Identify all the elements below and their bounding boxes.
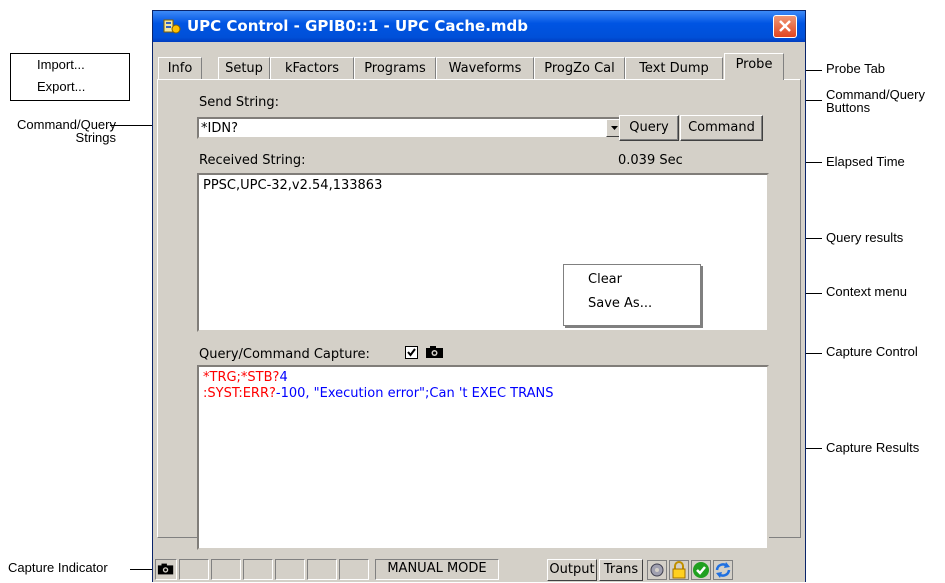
capture-line: :SYST:ERR?-100, "Execution error";Can 't… xyxy=(203,386,554,401)
callout-elapsed-time: Elapsed Time xyxy=(826,154,905,169)
camera-icon xyxy=(157,563,174,575)
tab-waveforms[interactable]: Waveforms xyxy=(436,57,534,79)
status-bar: MANUAL MODE Output Trans xyxy=(153,556,805,582)
camera-icon xyxy=(426,346,443,358)
lock-button[interactable] xyxy=(669,560,689,580)
callout-command-query-strings: Command/Query Strings xyxy=(17,117,116,145)
checkmark-icon xyxy=(407,348,416,357)
capture-checkbox[interactable] xyxy=(405,346,418,359)
send-string-value[interactable]: *IDN? xyxy=(201,121,238,136)
callout-query-results: Query results xyxy=(826,230,904,245)
received-string-label: Received String: xyxy=(199,153,306,168)
status-cell xyxy=(179,559,209,580)
tab-progzo-cal[interactable]: ProgZo Cal xyxy=(534,57,625,79)
capture-response: -100, "Execution error";Can 't EXEC TRAN… xyxy=(275,386,554,401)
tab-setup[interactable]: Setup xyxy=(218,57,270,79)
lock-icon xyxy=(672,561,686,579)
tab-text-dump[interactable]: Text Dump xyxy=(625,57,723,79)
status-cell xyxy=(307,559,337,580)
capture-response: 4 xyxy=(279,370,288,385)
check-button[interactable] xyxy=(691,560,711,580)
capture-indicator xyxy=(155,559,177,580)
capture-results-box[interactable]: *TRG;*STB?4 :SYST:ERR?-100, "Execution e… xyxy=(197,365,769,550)
capture-command: :SYST:ERR? xyxy=(203,386,276,401)
status-cell xyxy=(275,559,305,580)
callout-context-menu: Context menu xyxy=(826,284,907,299)
callout-capture-results: Capture Results xyxy=(826,440,920,455)
output-button[interactable]: Output xyxy=(547,559,597,581)
disk-icon xyxy=(650,563,664,577)
close-button[interactable] xyxy=(773,15,797,38)
capture-line: *TRG;*STB?4 xyxy=(203,370,288,385)
status-cell xyxy=(211,559,241,580)
command-button[interactable]: Command xyxy=(680,115,763,141)
app-icon xyxy=(163,19,181,34)
close-icon xyxy=(779,20,791,32)
tab-info[interactable]: Info xyxy=(158,57,202,79)
upc-control-window: UPC Control - GPIB0::1 - UPC Cache.mdb I… xyxy=(152,10,806,582)
tab-kfactors[interactable]: kFactors xyxy=(270,57,354,79)
callout-capture-indicator: Capture Indicator xyxy=(8,560,108,575)
callout-capture-control: Capture Control xyxy=(826,344,918,359)
received-string-value: PPSC,UPC-32,v2.54,133863 xyxy=(203,178,383,193)
command-query-combo[interactable]: *IDN? xyxy=(197,117,625,139)
send-string-label: Send String: xyxy=(199,95,280,110)
context-menu: Clear Save As... xyxy=(563,264,701,326)
refresh-icon xyxy=(715,562,731,578)
query-button[interactable]: Query xyxy=(619,115,679,141)
status-cell xyxy=(243,559,273,580)
context-menu-clear[interactable]: Clear xyxy=(588,272,622,287)
status-cell xyxy=(339,559,369,580)
tab-probe[interactable]: Probe xyxy=(724,53,784,80)
import-menu-item[interactable]: Import... xyxy=(37,57,85,72)
disk-button[interactable] xyxy=(647,560,667,580)
callout-command-query-buttons: Command/Query Buttons xyxy=(826,87,925,115)
mode-label: MANUAL MODE xyxy=(387,561,487,576)
export-menu-item[interactable]: Export... xyxy=(37,79,85,94)
capture-label: Query/Command Capture: xyxy=(199,347,370,362)
capture-command: *TRG;*STB? xyxy=(203,370,280,385)
tab-programs[interactable]: Programs xyxy=(354,57,436,79)
title-bar[interactable]: UPC Control - GPIB0::1 - UPC Cache.mdb xyxy=(153,11,805,42)
context-menu-save-as[interactable]: Save As... xyxy=(588,296,652,311)
check-icon xyxy=(693,562,709,578)
elapsed-time-value: 0.039 Sec xyxy=(618,153,683,168)
callout-probe-tab: Probe Tab xyxy=(826,61,886,76)
mode-indicator: MANUAL MODE xyxy=(375,559,499,580)
window-title: UPC Control - GPIB0::1 - UPC Cache.mdb xyxy=(187,17,529,35)
import-export-menu: Import... Export... xyxy=(10,53,130,101)
refresh-button[interactable] xyxy=(713,560,733,580)
trans-button[interactable]: Trans xyxy=(599,559,643,581)
